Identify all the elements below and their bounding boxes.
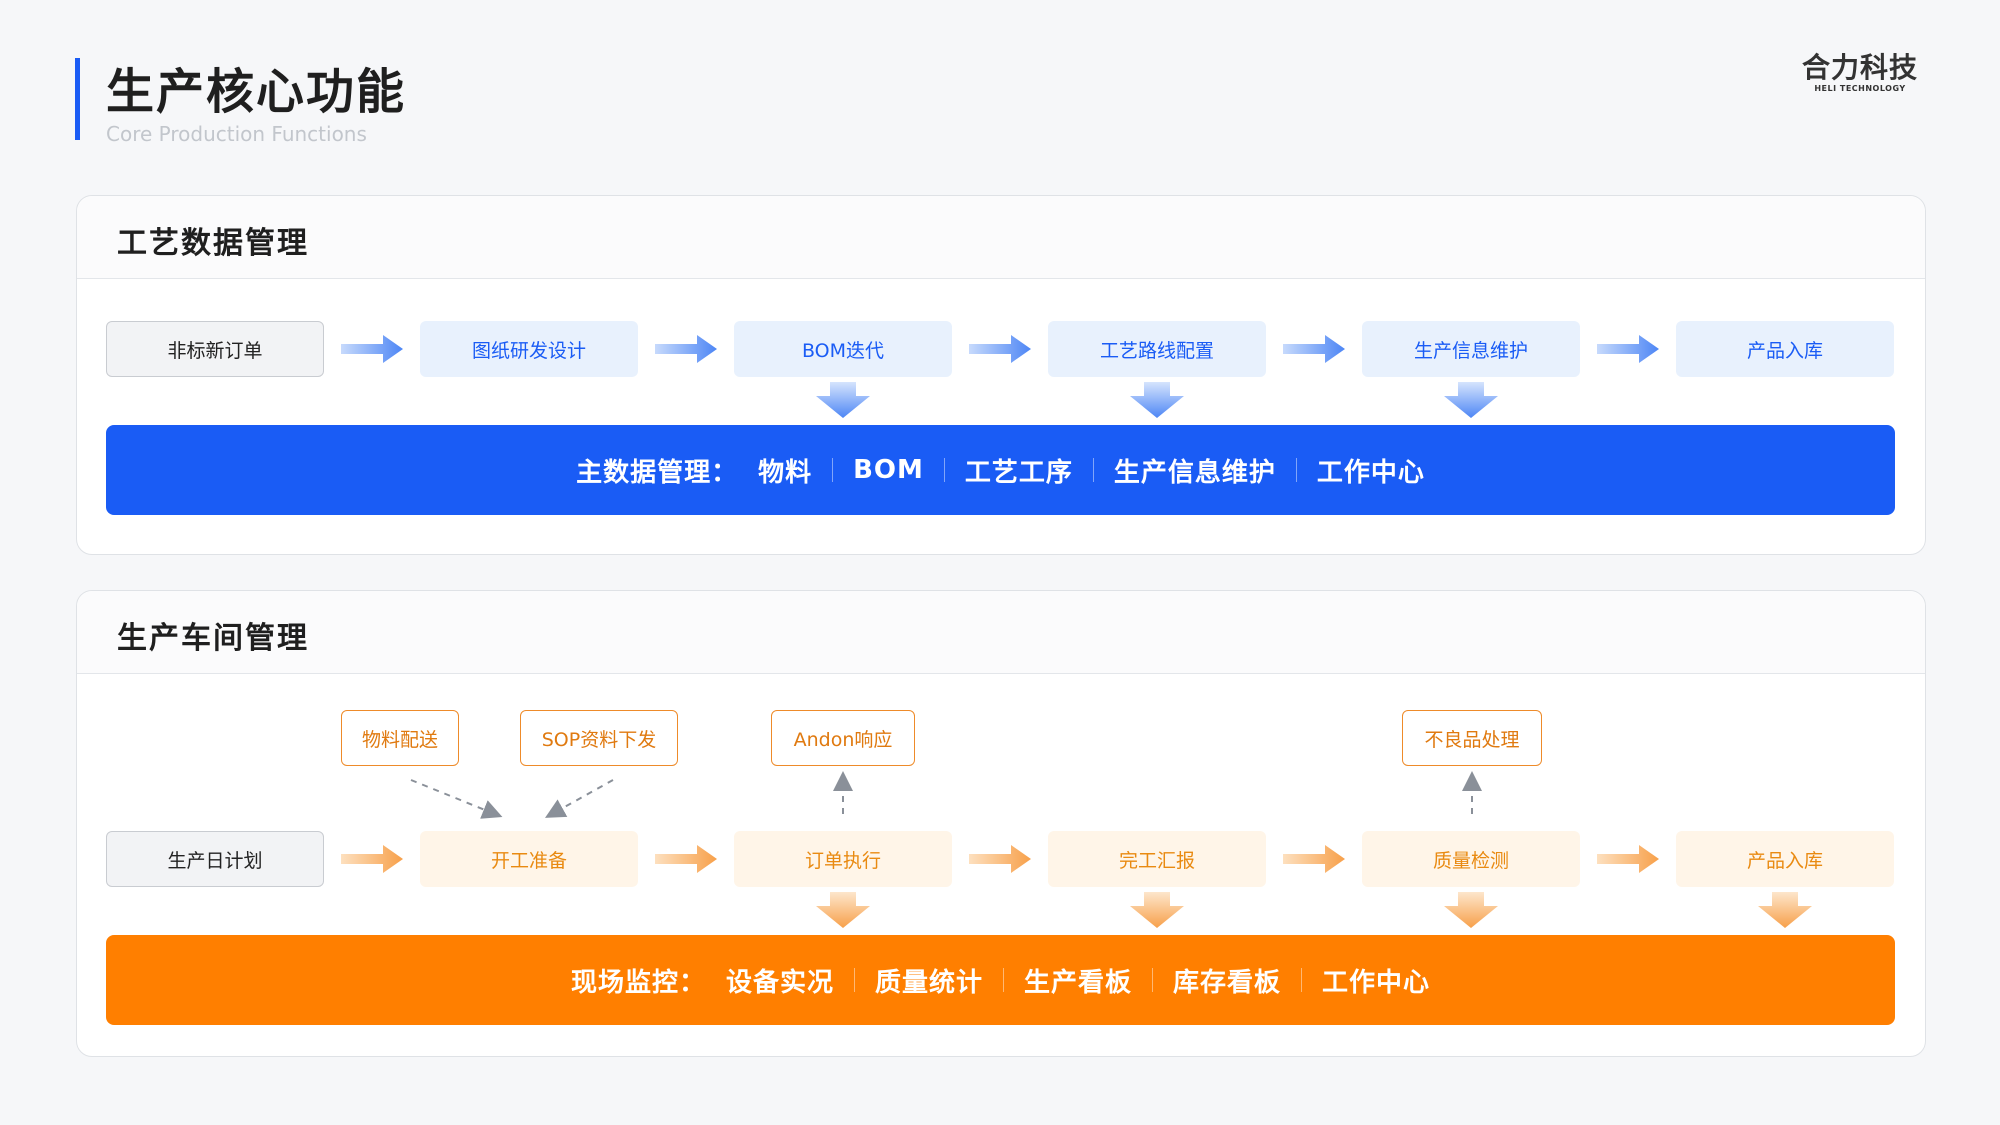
- input-node: SOP资料下发: [520, 710, 678, 766]
- flow-step: 产品入库: [1676, 321, 1894, 377]
- flow-step: 开工准备: [420, 831, 638, 887]
- band-divider: [943, 458, 945, 482]
- card-title: 工艺数据管理: [117, 226, 309, 261]
- flow-step: 订单执行: [734, 831, 952, 887]
- down-arrow-icon: [1444, 892, 1498, 928]
- down-arrow-icon: [1130, 892, 1184, 928]
- band-item: 生产信息维护: [1113, 457, 1276, 488]
- band-item: BOM: [853, 455, 924, 485]
- input-node: 物料配送: [341, 710, 459, 766]
- band-divider: [1092, 458, 1094, 482]
- down-arrow-icon: [1444, 382, 1498, 418]
- flow-step: 生产信息维护: [1362, 321, 1580, 377]
- flow-step: 完工汇报: [1048, 831, 1266, 887]
- process-data-card: 工艺数据管理 非标新订单 图纸研发设计 BOM迭代 工艺路线配置 生产信息维护 …: [76, 195, 1926, 555]
- right-arrow-icon: [655, 845, 717, 873]
- page-title: 生产核心功能: [106, 64, 407, 120]
- band-item: 工作中心: [1322, 967, 1431, 998]
- band-item: 生产看板: [1024, 967, 1133, 998]
- logo-subtext: HELI TECHNOLOGY: [1814, 84, 1906, 93]
- input-node: 不良品处理: [1402, 710, 1542, 766]
- flow-step: BOM迭代: [734, 321, 952, 377]
- band-divider: [1301, 968, 1303, 992]
- right-arrow-icon: [1597, 335, 1659, 363]
- right-arrow-icon: [1283, 335, 1345, 363]
- band-item: 工艺工序: [964, 457, 1073, 488]
- logo-text: 合力科技: [1801, 51, 1918, 84]
- input-node: Andon响应: [771, 710, 915, 766]
- down-arrow-icon: [816, 382, 870, 418]
- right-arrow-icon: [1597, 845, 1659, 873]
- flow-step: 工艺路线配置: [1048, 321, 1266, 377]
- title-accent-bar: [75, 58, 80, 140]
- card-header: 生产车间管理: [77, 591, 1925, 674]
- page-subtitle: Core Production Functions: [106, 122, 367, 146]
- flow-step: 图纸研发设计: [420, 321, 638, 377]
- master-data-band: 主数据管理： 物料 BOM 工艺工序 生产信息维护 工作中心: [106, 425, 1895, 515]
- band-label: 现场监控：: [570, 967, 706, 998]
- down-arrow-icon: [1758, 892, 1812, 928]
- band-item: 质量统计: [874, 967, 983, 998]
- site-monitoring-band: 现场监控： 设备实况 质量统计 生产看板 库存看板 工作中心: [106, 935, 1895, 1025]
- band-divider: [1152, 968, 1154, 992]
- workshop-card: 生产车间管理 物料配送 SOP资料下发 Andon响应 不良品处理 生产日计划 …: [76, 590, 1926, 1057]
- down-arrow-icon: [1130, 382, 1184, 418]
- band-item: 工作中心: [1316, 457, 1425, 488]
- band-item: 设备实况: [725, 967, 834, 998]
- flow-step: 产品入库: [1676, 831, 1894, 887]
- start-node: 生产日计划: [106, 831, 324, 887]
- card-header: 工艺数据管理: [77, 196, 1925, 279]
- right-arrow-icon: [341, 845, 403, 873]
- band-label: 主数据管理：: [576, 457, 739, 488]
- flow-step: 质量检测: [1362, 831, 1580, 887]
- right-arrow-icon: [1283, 845, 1345, 873]
- right-arrow-icon: [969, 845, 1031, 873]
- right-arrow-icon: [341, 335, 403, 363]
- band-item: 库存看板: [1173, 967, 1282, 998]
- company-logo: 合力科技 HELI TECHNOLOGY: [1790, 52, 1930, 94]
- band-divider: [1295, 458, 1297, 482]
- band-divider: [853, 968, 855, 992]
- card-title: 生产车间管理: [117, 621, 309, 656]
- band-divider: [832, 458, 834, 482]
- down-arrow-icon: [816, 892, 870, 928]
- band-divider: [1003, 968, 1004, 992]
- right-arrow-icon: [969, 335, 1031, 363]
- band-item: 物料: [758, 457, 813, 488]
- right-arrow-icon: [655, 335, 717, 363]
- start-node: 非标新订单: [106, 321, 324, 377]
